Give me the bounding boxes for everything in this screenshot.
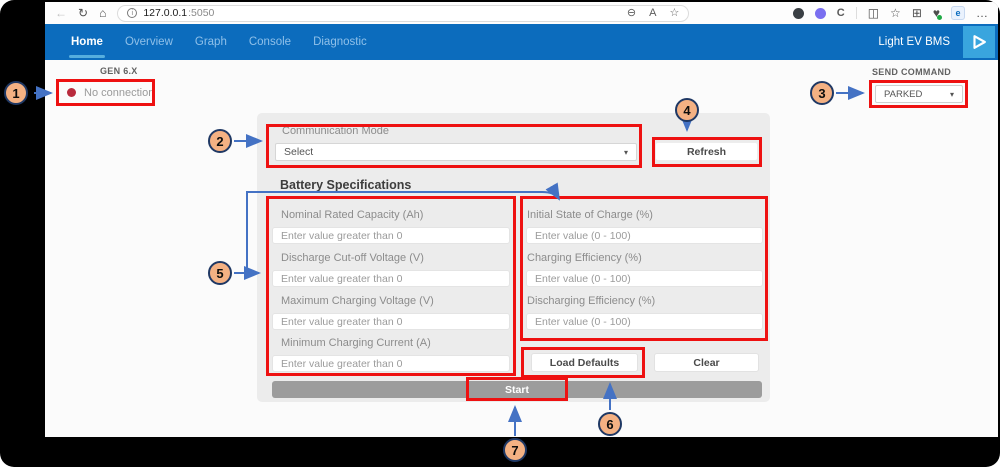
maximum-charging-voltage-input[interactable]	[272, 313, 510, 330]
discharge-cutoff-voltage-input[interactable]	[272, 270, 510, 287]
field-label: Discharge Cut-off Voltage (V)	[281, 252, 424, 264]
callout-5: 5	[208, 261, 232, 285]
extension-icon[interactable]	[793, 8, 804, 19]
field-label: Discharging Efficiency (%)	[527, 295, 655, 307]
more-menu-icon[interactable]: …	[976, 7, 988, 19]
app-navbar: Home Overview Graph Console Diagnostic L…	[45, 24, 998, 60]
discharging-efficiency-input[interactable]	[526, 313, 763, 330]
field-label: Minimum Charging Current (A)	[281, 337, 431, 349]
reload-icon[interactable]: ↻	[78, 7, 88, 19]
collections-icon[interactable]: ⊞	[912, 7, 922, 19]
send-command-value: PARKED	[884, 89, 922, 100]
send-command-label: SEND COMMAND	[872, 67, 992, 77]
field-label: Nominal Rated Capacity (Ah)	[281, 209, 423, 221]
url-host: 127.0.0.1	[143, 7, 187, 19]
home-icon[interactable]: ⌂	[99, 7, 106, 19]
extension-icon[interactable]	[815, 8, 826, 19]
callout-4: 4	[675, 98, 699, 122]
site-info-icon[interactable]: i	[127, 8, 137, 18]
callout-2: 2	[208, 129, 232, 153]
callout-7: 7	[503, 438, 527, 462]
tab-home[interactable]: Home	[60, 24, 114, 60]
connection-status: No connection	[56, 79, 155, 106]
edge-sidebar-icon[interactable]: e	[951, 6, 965, 20]
load-defaults-button[interactable]: Load Defaults	[531, 353, 638, 372]
status-dot-icon	[67, 88, 76, 97]
address-bar[interactable]: i 127.0.0.1 :5050 ⊖ A ☆	[117, 5, 689, 22]
start-button[interactable]: Start	[272, 381, 762, 398]
tab-overview[interactable]: Overview	[114, 24, 184, 60]
split-screen-icon[interactable]: ◫	[868, 7, 879, 19]
browser-toolbar: ← ↻ ⌂ i 127.0.0.1 :5050 ⊖ A ☆ C ◫ ☆	[45, 2, 998, 24]
toolbar-divider	[856, 7, 857, 19]
chevron-down-icon: ▾	[950, 90, 954, 99]
minimum-charging-current-input[interactable]	[272, 355, 510, 372]
send-command-select[interactable]: PARKED ▾	[875, 85, 963, 103]
chevron-down-icon: ▾	[624, 148, 628, 157]
nominal-rated-capacity-input[interactable]	[272, 227, 510, 244]
browser-essentials-icon[interactable]: ♥	[933, 7, 940, 19]
device-gen-label: GEN 6.X	[65, 66, 215, 76]
clear-button[interactable]: Clear	[654, 353, 759, 372]
read-aloud-icon[interactable]: A	[649, 8, 656, 19]
annotated-screenshot: ← ↻ ⌂ i 127.0.0.1 :5050 ⊖ A ☆ C ◫ ☆	[0, 0, 1000, 467]
play-icon	[970, 33, 988, 51]
tab-console[interactable]: Console	[238, 24, 302, 60]
back-icon[interactable]: ←	[55, 7, 67, 19]
callout-6: 6	[598, 412, 622, 436]
battery-specifications-heading: Battery Specifications	[280, 178, 411, 192]
favorites-bar-icon[interactable]: ☆	[890, 7, 901, 19]
play-button[interactable]	[963, 26, 995, 58]
extension-icon[interactable]: C	[837, 7, 845, 19]
callout-1: 1	[4, 81, 28, 105]
status-check-dot	[937, 15, 942, 20]
refresh-button[interactable]: Refresh	[655, 142, 758, 161]
communication-mode-select[interactable]: Select ▾	[275, 143, 637, 161]
favorite-star-icon[interactable]: ☆	[669, 8, 679, 19]
field-label: Initial State of Charge (%)	[527, 209, 653, 221]
app-title: Light EV BMS	[878, 36, 950, 48]
zoom-icon[interactable]: ⊖	[627, 8, 636, 19]
url-port: :5050	[188, 7, 214, 19]
connection-status-text: No connection	[84, 87, 154, 99]
tab-diagnostic[interactable]: Diagnostic	[302, 24, 378, 60]
communication-mode-value: Select	[284, 146, 313, 158]
page-content: GEN 6.X No connection SEND COMMAND PARKE…	[45, 60, 998, 437]
tab-graph[interactable]: Graph	[184, 24, 238, 60]
browser-window: ← ↻ ⌂ i 127.0.0.1 :5050 ⊖ A ☆ C ◫ ☆	[45, 2, 998, 437]
initial-state-of-charge-input[interactable]	[526, 227, 763, 244]
callout-3: 3	[810, 81, 834, 105]
field-label: Charging Efficiency (%)	[527, 252, 642, 264]
charging-efficiency-input[interactable]	[526, 270, 763, 287]
communication-mode-label: Communication Mode	[282, 125, 389, 137]
field-label: Maximum Charging Voltage (V)	[281, 295, 434, 307]
